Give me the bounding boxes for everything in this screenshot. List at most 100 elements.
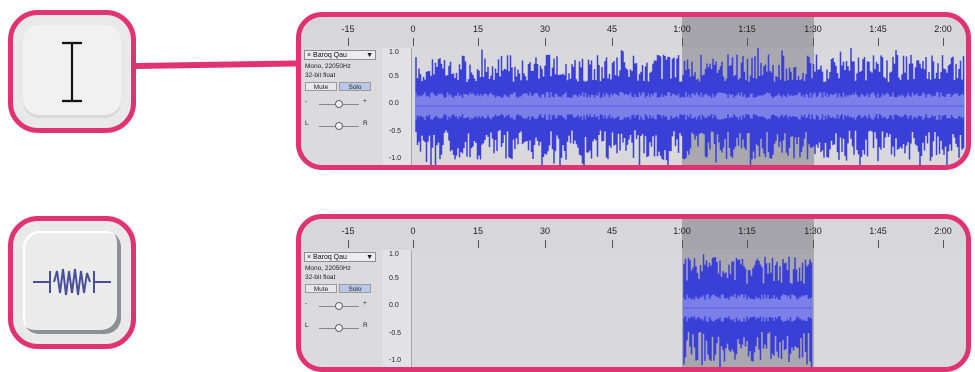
timeline-tick — [813, 38, 814, 46]
pan-slider-thumb[interactable] — [335, 122, 343, 130]
timeline-tick — [413, 38, 414, 46]
trim-audio-icon — [33, 268, 111, 296]
track-name-menu[interactable]: × Baroq Qau ▼ — [304, 252, 376, 262]
timeline-tick-label: 0 — [410, 24, 416, 34]
track-name: Baroq Qau — [313, 254, 347, 261]
solo-button[interactable]: Solo — [339, 284, 371, 293]
timeline-tick-label: 1:15 — [738, 24, 756, 34]
timeline-tick-label: 1:30 — [804, 24, 822, 34]
scale-label: 0.0 — [389, 302, 399, 309]
close-track-icon[interactable]: × — [307, 52, 311, 59]
timeline-tick-label: 1:00 — [673, 24, 691, 34]
timeline-ruler[interactable]: -15 0 15 30 45 1:00 1:15 1:30 1:45 2:00 — [301, 219, 966, 252]
timeline-tick — [682, 240, 683, 248]
timeline-tick — [813, 240, 814, 248]
scale-label: 1.0 — [389, 251, 399, 258]
amplitude-scale: 1.0 0.5 0.0 -0.5 -1.0 — [383, 250, 412, 367]
waveform-area[interactable] — [412, 250, 966, 367]
track-control-panel: × Baroq Qau ▼ Mono, 22050Hz 32-bit float… — [301, 250, 384, 367]
timeline-tick — [478, 38, 479, 46]
timeline-tick — [878, 240, 879, 248]
timeline-tick — [943, 38, 944, 46]
timeline-tick-label: -15 — [341, 226, 355, 236]
scale-label: -0.5 — [389, 128, 402, 135]
gain-minus: - — [305, 98, 308, 105]
timeline-ruler[interactable]: -15 0 15 30 45 1:00 1:15 1:30 1:45 2:00 — [301, 17, 966, 50]
timeline-tick — [747, 38, 748, 46]
i-beam-icon — [62, 41, 82, 103]
track-name: Baroq Qau — [313, 52, 347, 59]
selection-tool-button[interactable] — [23, 25, 121, 118]
timeline-tick — [747, 240, 748, 248]
selection-tool-highlight — [8, 10, 136, 133]
scale-label: 1.0 — [389, 49, 399, 56]
timeline-tick-label: 45 — [606, 24, 618, 34]
scale-label: -1.0 — [389, 155, 402, 162]
timeline-tick — [682, 38, 683, 46]
trim-tool-highlight — [8, 216, 136, 349]
track-panel-before: -15 0 15 30 45 1:00 1:15 1:30 1:45 2:00 × Baroq Q… — [296, 12, 971, 170]
trim-tool-button[interactable] — [23, 231, 121, 334]
pan-slider-thumb[interactable] — [335, 324, 343, 332]
mute-button[interactable]: Mute — [305, 82, 337, 91]
timeline-tick — [943, 240, 944, 248]
gain-plus: + — [363, 98, 367, 105]
timeline-tick-label: 1:45 — [869, 24, 887, 34]
timeline-tick-label: 30 — [539, 24, 551, 34]
scale-label: 0.0 — [389, 100, 399, 107]
timeline-tick-label: 1:15 — [738, 226, 756, 236]
solo-button[interactable]: Solo — [339, 82, 371, 91]
pan-left: L — [305, 120, 309, 127]
waveform-area[interactable] — [412, 48, 966, 165]
pan-slider[interactable] — [319, 122, 359, 130]
gain-slider-thumb[interactable] — [335, 100, 343, 108]
timeline-tick — [348, 38, 349, 46]
timeline-tick-label: 45 — [606, 226, 618, 236]
timeline-tick-label: 2:00 — [934, 226, 952, 236]
gain-plus: + — [363, 300, 367, 307]
timeline-tick — [545, 240, 546, 248]
gain-slider[interactable] — [319, 302, 359, 310]
timeline-tick-label: 15 — [472, 24, 484, 34]
track-bitdepth: 32-bit float — [305, 72, 336, 79]
waveform — [415, 48, 965, 165]
pan-slider[interactable] — [319, 324, 359, 332]
mute-button[interactable]: Mute — [305, 284, 337, 293]
scale-label: -1.0 — [389, 357, 402, 364]
dropdown-arrow-icon: ▼ — [366, 254, 373, 261]
gain-slider[interactable] — [319, 100, 359, 108]
timeline-tick-label: 30 — [539, 226, 551, 236]
timeline-tick-label: 0 — [410, 226, 416, 236]
timeline-tick-label: 15 — [472, 226, 484, 236]
close-track-icon[interactable]: × — [307, 254, 311, 261]
waveform — [683, 254, 813, 367]
gain-minus: - — [305, 300, 308, 307]
timeline-tick — [478, 240, 479, 248]
scale-label: 0.5 — [389, 275, 399, 282]
pan-left: L — [305, 322, 309, 329]
track-format: Mono, 22050Hz — [305, 265, 351, 272]
timeline-tick-label: 1:30 — [804, 226, 822, 236]
scale-label: -0.5 — [389, 330, 402, 337]
gain-slider-thumb[interactable] — [335, 302, 343, 310]
track-format: Mono, 22050Hz — [305, 63, 351, 70]
timeline-tick — [413, 240, 414, 248]
timeline-tick — [612, 38, 613, 46]
track-bitdepth: 32-bit float — [305, 274, 336, 281]
track-control-panel: × Baroq Qau ▼ Mono, 22050Hz 32-bit float… — [301, 48, 384, 165]
scale-label: 0.5 — [389, 73, 399, 80]
pan-right: R — [363, 120, 368, 127]
timeline-tick-label: 2:00 — [934, 24, 952, 34]
timeline-tick-label: -15 — [341, 24, 355, 34]
track-panel-after: -15 0 15 30 45 1:00 1:15 1:30 1:45 2:00 × Baroq Q… — [296, 214, 971, 372]
timeline-tick — [545, 38, 546, 46]
timeline-tick-label: 1:00 — [673, 226, 691, 236]
amplitude-scale: 1.0 0.5 0.0 -0.5 -1.0 — [383, 48, 412, 165]
dropdown-arrow-icon: ▼ — [366, 52, 373, 59]
track-name-menu[interactable]: × Baroq Qau ▼ — [304, 50, 376, 60]
timeline-tick-label: 1:45 — [869, 226, 887, 236]
timeline-tick — [348, 240, 349, 248]
timeline-tick — [878, 38, 879, 46]
timeline-tick — [612, 240, 613, 248]
pan-right: R — [363, 322, 368, 329]
